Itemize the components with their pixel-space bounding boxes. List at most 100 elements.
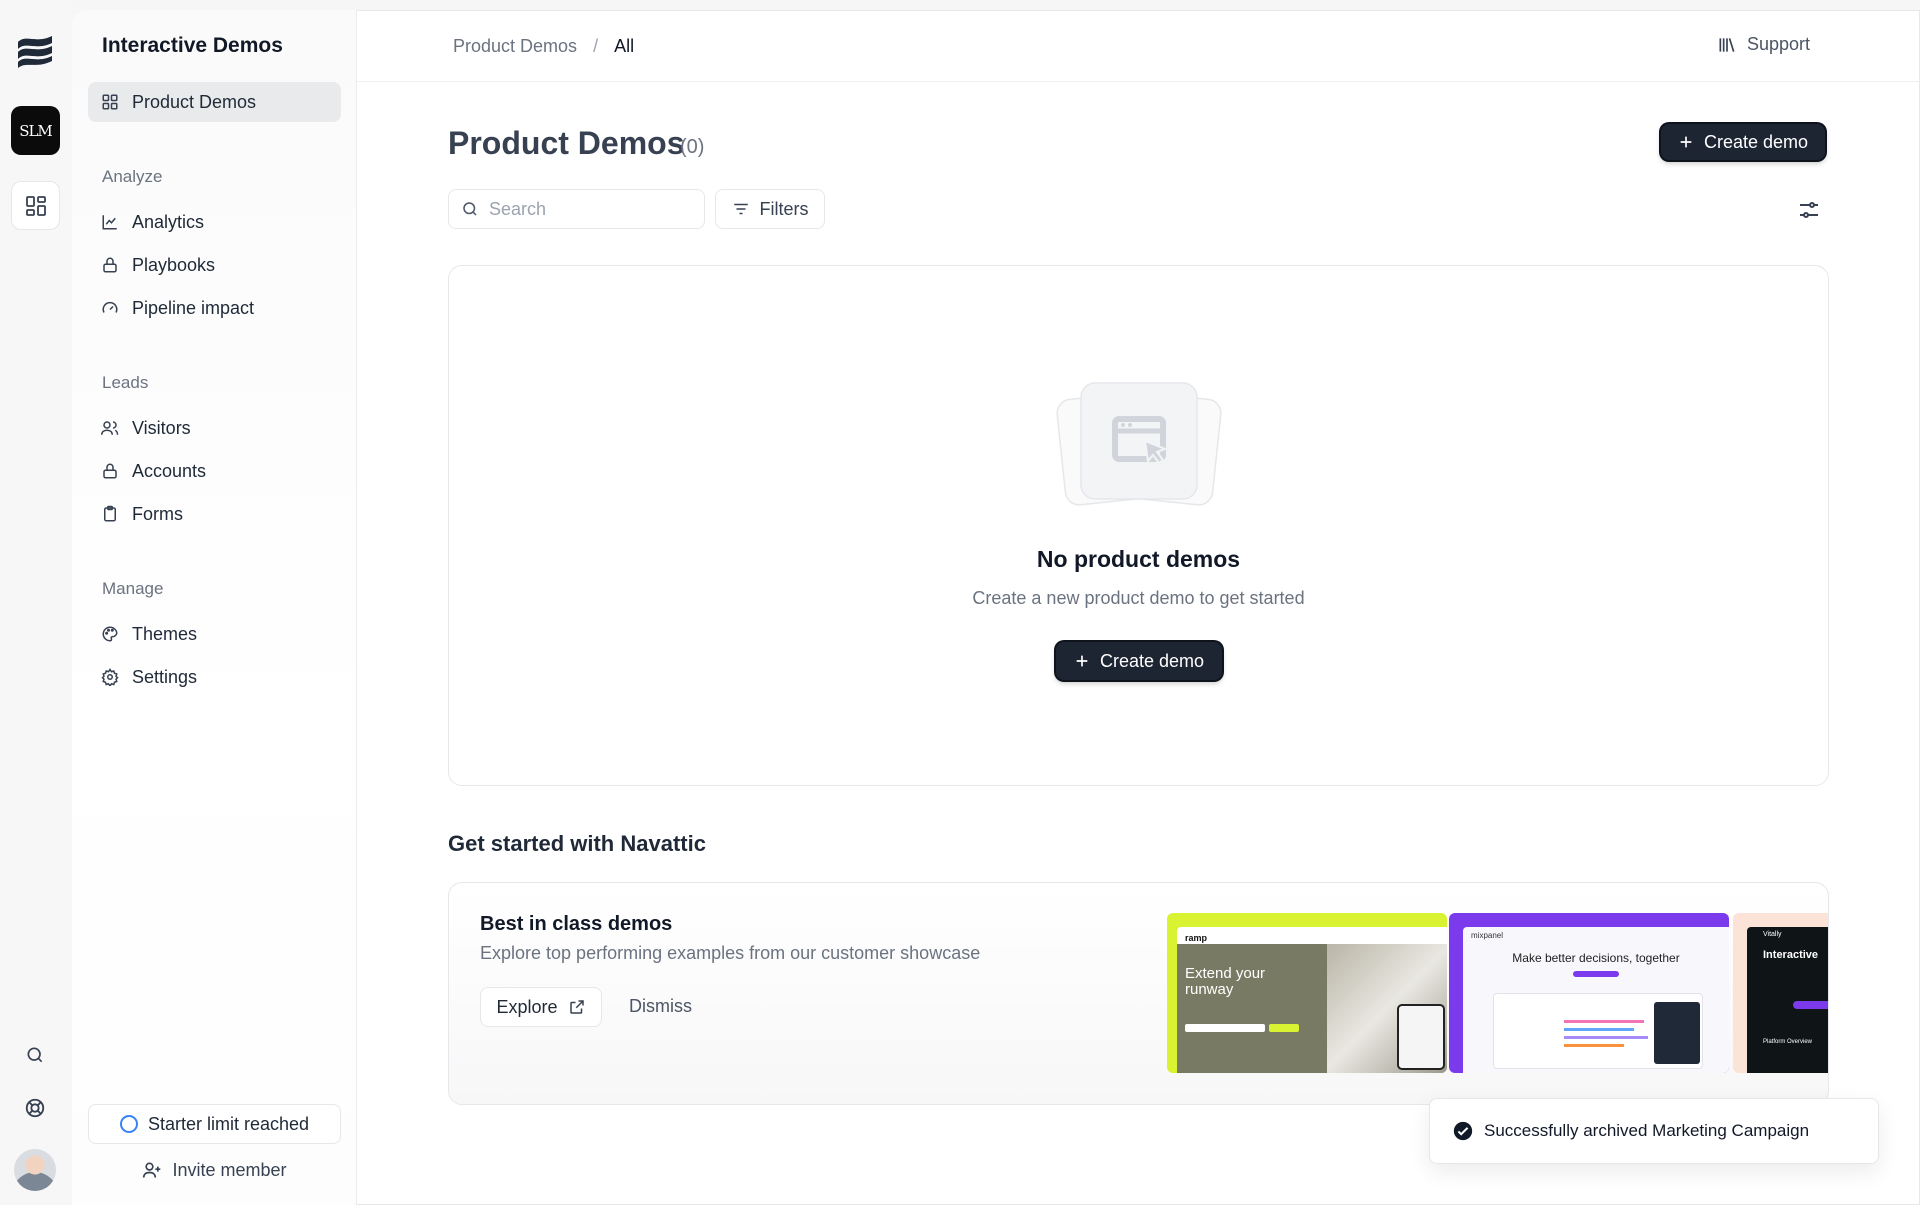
sidebar: Interactive Demos Product Demos Analyze … [72, 10, 357, 1205]
showcase-thumbnail-mixpanel[interactable]: mixpanel Make better decisions, together [1449, 913, 1729, 1073]
toast-message: Successfully archived Marketing Campaign [1484, 1121, 1810, 1140]
empty-create-demo-button[interactable]: Create demo [1056, 642, 1222, 680]
gauge-icon [100, 298, 120, 318]
mixpanel-headline: Make better decisions, together [1512, 951, 1680, 965]
external-link-icon [569, 1000, 584, 1014]
ramp-cta [1269, 1024, 1299, 1032]
mixpanel-page: mixpanel Make better decisions, together [1463, 927, 1729, 1073]
user-avatar[interactable] [14, 1149, 56, 1191]
mixpanel-dashboard [1493, 993, 1703, 1069]
progress-ring-icon [119, 1115, 138, 1133]
showcase-subtitle: Explore top performing examples from our… [480, 943, 981, 963]
workspace-badge[interactable]: SLM [11, 106, 60, 155]
main-content: Product Demos (0) Create demo Filters No… [357, 82, 1920, 1205]
sidebar-item-pipeline-impact[interactable]: Pipeline impact [88, 288, 341, 328]
support-label: Support [1747, 34, 1811, 54]
invite-member-label: Invite member [172, 1159, 287, 1180]
app-rail: SLM [0, 0, 72, 1205]
breadcrumb: Product Demos / All [453, 36, 634, 57]
empty-state-title: No product demos [1036, 546, 1241, 572]
gear-icon [100, 667, 120, 687]
sidebar-item-label: Accounts [132, 460, 207, 481]
sidebar-item-themes[interactable]: Themes [88, 614, 341, 654]
sidebar-section-leads: Leads [102, 373, 149, 392]
filters-button[interactable]: Filters [715, 189, 825, 229]
sidebar-item-accounts[interactable]: Accounts [88, 451, 341, 491]
ramp-phone [1397, 1004, 1445, 1070]
sidebar-item-label: Settings [132, 666, 198, 687]
clipboard-icon [100, 504, 120, 524]
get-started-title: Get started with Navattic [448, 831, 706, 856]
sidebar-item-playbooks[interactable]: Playbooks [88, 245, 341, 285]
library-icon [1719, 37, 1735, 52]
empty-state-card: No product demos Create a new product de… [448, 265, 1829, 786]
ramp-email-field [1185, 1024, 1265, 1032]
help-button[interactable] [22, 1095, 48, 1121]
sidebar-item-label: Pipeline impact [132, 297, 255, 318]
create-demo-label: Create demo [1703, 131, 1809, 152]
browser-cursor-illustration-icon [1056, 382, 1222, 506]
check-circle-icon [1453, 1121, 1473, 1141]
create-demo-label: Create demo [1099, 650, 1205, 671]
showcase-thumbnail-vitally[interactable]: Vitally Interactive Platform Overview [1733, 913, 1828, 1073]
line-chart-icon [100, 212, 120, 232]
support-link[interactable]: Support [1717, 34, 1810, 55]
get-started-card: Best in class demos Explore top performi… [448, 882, 1829, 1105]
sidebar-item-label: Visitors [132, 417, 191, 438]
dismiss-button[interactable]: Dismiss [629, 996, 692, 1017]
sidebar-item-label: Forms [132, 503, 183, 524]
sidebar-item-label: Product Demos [132, 91, 257, 112]
sidebar-item-forms[interactable]: Forms [88, 494, 341, 534]
sidebar-item-label: Analytics [132, 211, 205, 232]
filters-label: Filters [759, 198, 809, 219]
navattic-logo-icon[interactable] [14, 30, 56, 70]
search-input[interactable] [489, 198, 689, 220]
vitally-headline: Interactive [1763, 949, 1819, 961]
invite-member-button[interactable]: Invite member [88, 1150, 341, 1190]
sidebar-item-product-demos[interactable]: Product Demos [88, 82, 341, 122]
user-plus-icon [143, 1162, 161, 1178]
vitally-brand: Vitally [1763, 931, 1782, 938]
sidebar-item-label: Themes [132, 623, 198, 644]
search-box[interactable] [448, 189, 705, 229]
apps-grid-button[interactable] [11, 181, 60, 230]
create-demo-button[interactable]: Create demo [1661, 124, 1825, 160]
showcase-title: Best in class demos [480, 913, 673, 935]
empty-state-subtitle: Create a new product demo to get started [972, 588, 1305, 608]
vitally-page: Vitally Interactive Platform Overview [1747, 927, 1828, 1073]
sidebar-item-analytics[interactable]: Analytics [88, 202, 341, 242]
plus-icon [1680, 136, 1692, 148]
success-toast: Successfully archived Marketing Campaign [1429, 1098, 1879, 1164]
grid-icon [25, 195, 46, 216]
demo-count: (0) [680, 136, 705, 158]
sidebar-section-analyze: Analyze [102, 167, 163, 186]
lock-icon [100, 461, 120, 481]
mixpanel-cta [1573, 971, 1619, 977]
palette-icon [100, 624, 120, 644]
breadcrumb-current: All [614, 36, 635, 56]
starter-limit-label: Starter limit reached [147, 1113, 310, 1134]
search-icon [27, 1047, 43, 1063]
breadcrumb-product-demos[interactable]: Product Demos [453, 36, 577, 57]
global-search-button[interactable] [22, 1042, 48, 1068]
ramp-hero: Extend your runway [1177, 944, 1447, 1073]
sidebar-item-label: Playbooks [132, 254, 216, 275]
vitally-cta [1793, 1001, 1828, 1009]
grid-icon [100, 92, 120, 112]
lifebuoy-icon [25, 1098, 45, 1118]
sidebar-item-visitors[interactable]: Visitors [88, 408, 341, 448]
mixpanel-brand: mixpanel [1471, 931, 1504, 940]
users-icon [100, 418, 120, 438]
showcase-thumbnail-ramp[interactable]: ramp Extend your runway [1167, 913, 1447, 1073]
starter-limit-button[interactable]: Starter limit reached [88, 1104, 341, 1144]
lock-icon [100, 255, 120, 275]
explore-button[interactable]: Explore [480, 987, 602, 1027]
search-icon [463, 202, 477, 216]
ramp-page: ramp Extend your runway [1177, 927, 1447, 1073]
breadcrumb-separator: / [593, 36, 599, 56]
view-options-icon[interactable] [1797, 198, 1821, 222]
vitally-caption: Platform Overview [1763, 1039, 1813, 1045]
plus-icon [1076, 655, 1088, 667]
sidebar-item-settings[interactable]: Settings [88, 657, 341, 697]
sidebar-title: Interactive Demos [102, 34, 283, 57]
